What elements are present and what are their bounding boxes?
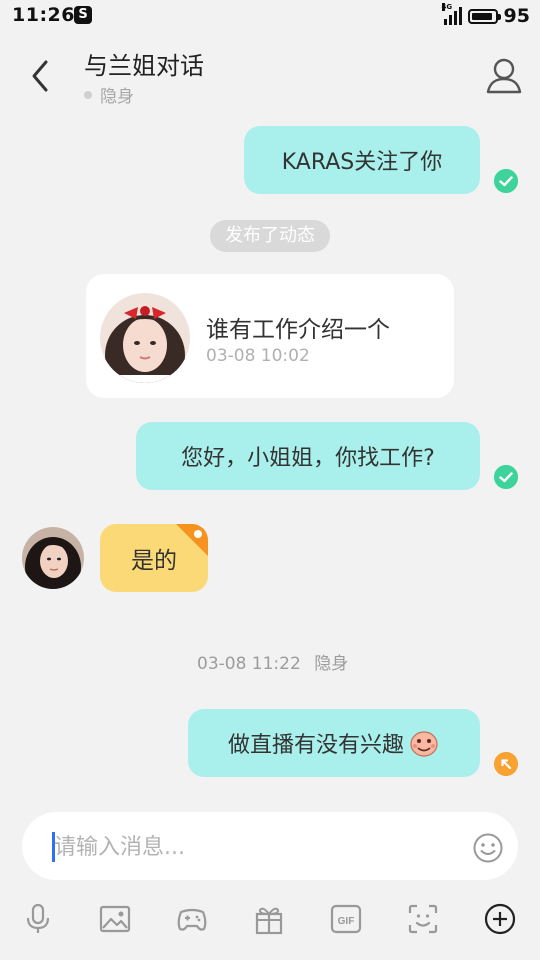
post-author-avatar <box>100 293 190 383</box>
read-check-icon <box>494 465 518 489</box>
corner-badge-icon <box>176 524 208 556</box>
input-toolbar: GIF <box>0 886 540 952</box>
face-scan-icon[interactable] <box>406 902 440 936</box>
signal-icon: 4G <box>441 3 462 25</box>
timestamp-time: 03-08 11:22 <box>197 654 301 674</box>
message-bubble-outgoing[interactable]: 您好，小姐姐，你找工作? <box>136 422 480 490</box>
message-input[interactable] <box>54 830 454 864</box>
image-icon[interactable] <box>98 902 132 936</box>
timestamp-status: 隐身 <box>314 654 349 674</box>
message-bubble-outgoing[interactable]: KARAS关注了你 <box>244 126 480 194</box>
back-icon[interactable] <box>24 56 60 96</box>
app-notification-icon: S <box>74 6 92 24</box>
emoji-icon[interactable] <box>472 832 504 864</box>
profile-icon[interactable] <box>482 54 526 98</box>
status-indicators: 4G 95 <box>441 3 530 27</box>
message-text: KARAS关注了你 <box>281 150 443 175</box>
message-text: 做直播有没有兴趣 <box>227 733 404 758</box>
message-text: 是的 <box>131 548 177 574</box>
presence-label: 隐身 <box>100 87 134 107</box>
battery-icon <box>467 8 501 24</box>
chat-title: 与兰姐对话 <box>84 52 204 80</box>
mic-icon[interactable] <box>21 902 55 936</box>
sticker-emoji-icon <box>410 731 438 757</box>
message-text: 您好，小姐姐，你找工作? <box>181 446 435 471</box>
pending-icon <box>494 752 518 776</box>
plus-icon[interactable] <box>483 902 517 936</box>
gif-icon[interactable]: GIF <box>329 902 363 936</box>
post-time: 03-08 10:02 <box>206 346 310 366</box>
read-check-icon <box>494 169 518 193</box>
network-label: 4G <box>441 3 453 11</box>
message-bubble-incoming[interactable]: 是的 <box>100 524 208 592</box>
post-text: 谁有工作介绍一个 <box>206 317 390 343</box>
contact-avatar[interactable] <box>22 527 84 589</box>
presence-dot <box>84 90 92 99</box>
system-notice-pill: 发布了动态 <box>210 220 330 252</box>
game-icon[interactable] <box>175 902 209 936</box>
gif-label: GIF <box>338 916 355 927</box>
gift-icon[interactable] <box>252 902 286 936</box>
message-bubble-outgoing[interactable]: 做直播有没有兴趣 <box>188 709 480 777</box>
presence-status: 隐身 <box>84 82 134 107</box>
battery-percent: 95 <box>503 5 530 27</box>
status-time: 11:26 <box>12 4 75 26</box>
chat-timestamp: 03-08 11:22 隐身 <box>197 649 348 674</box>
